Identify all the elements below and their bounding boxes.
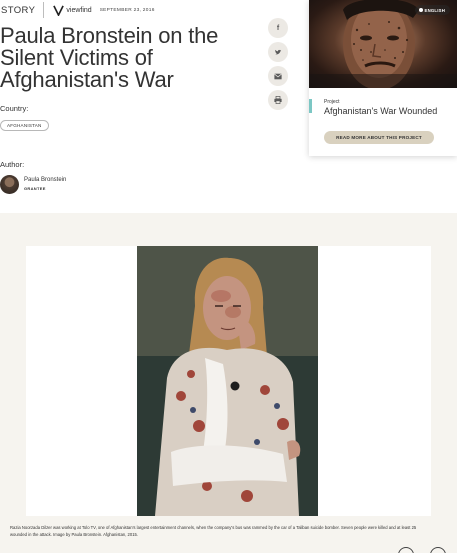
card-accent-bar [309, 99, 312, 113]
facebook-share-button[interactable]: f [268, 18, 288, 38]
read-more-button[interactable]: READ MORE ABOUT THIS PROJECT [324, 131, 434, 144]
viewfind-logo-icon [53, 5, 65, 16]
twitter-icon [274, 49, 282, 55]
print-icon [274, 96, 282, 104]
divider [43, 2, 45, 18]
logo-text: viewfind [66, 6, 92, 14]
facebook-icon: f [276, 24, 280, 32]
publish-date: SEPTEMBER 23, 2016 [99, 7, 155, 13]
photo-frame [26, 246, 431, 516]
language-label: ENGLISH [424, 7, 445, 13]
top-bar: STORY viewfind SEPTEMBER 23, 2016 [0, 0, 270, 20]
caption-line: wounded in the attack. Image by Paula Br… [10, 532, 139, 537]
globe-icon [418, 8, 423, 12]
title-line: Afghanistan's War [0, 67, 174, 92]
photo-caption: Razia Noorzada Dilzer was working at Tol… [10, 524, 450, 538]
portrait-photo [137, 246, 318, 516]
country-tag[interactable]: AFGHANISTAN [0, 120, 49, 131]
viewfind-logo[interactable]: viewfind [53, 5, 92, 16]
photo-section: Razia Noorzada Dilzer was working at Tol… [0, 213, 457, 553]
page-title: Paula Bronstein on the Silent Victims of… [0, 25, 245, 91]
email-icon [274, 73, 282, 79]
author-role: GRANTEE [24, 186, 46, 191]
project-thumbnail[interactable]: ENGLISH [309, 0, 457, 88]
project-card[interactable]: ENGLISH Project Afghanistan's War Wounde… [309, 0, 457, 156]
author-label: Author: [0, 160, 25, 169]
country-label: Country: [0, 104, 29, 113]
email-share-button[interactable] [268, 66, 288, 86]
main-photo[interactable] [137, 246, 318, 516]
twitter-share-button[interactable] [268, 42, 288, 62]
project-kicker: Project [324, 99, 340, 105]
author-name[interactable]: Paula Bronstein [24, 177, 66, 183]
project-title[interactable]: Afghanistan's War Wounded [324, 106, 437, 116]
caption-line: Razia Noorzada Dilzer was working at Tol… [10, 525, 417, 530]
language-badge[interactable]: ENGLISH [414, 5, 450, 15]
section-label: STORY [1, 4, 36, 16]
print-button[interactable] [268, 90, 288, 110]
avatar[interactable] [0, 175, 19, 194]
